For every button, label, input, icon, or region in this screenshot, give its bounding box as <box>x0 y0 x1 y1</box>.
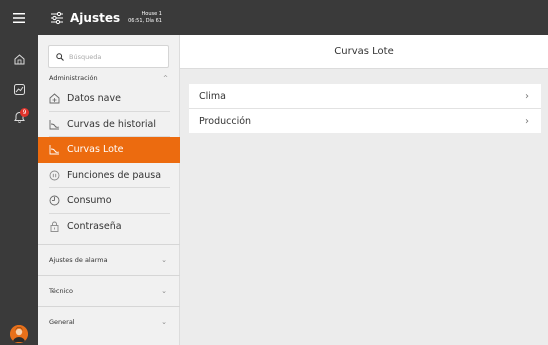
list-item-label: Producción <box>199 115 252 127</box>
menu-button[interactable] <box>0 5 38 31</box>
section-administracion[interactable]: Administración ^ <box>38 71 180 85</box>
menu-icon <box>13 13 25 23</box>
group-label: Técnico <box>49 287 73 295</box>
group-label: Ajustes de alarma <box>49 256 108 264</box>
alarm-count-badge: 9 <box>20 108 29 117</box>
search-input[interactable] <box>69 52 159 61</box>
chevron-right-icon: › <box>525 90 529 102</box>
sidebar-item-label: Curvas Lote <box>67 144 124 156</box>
group-label: General <box>49 318 75 326</box>
lock-icon <box>50 221 59 232</box>
group-general[interactable]: General ⌄ <box>38 306 180 337</box>
sidebar-item-label: Funciones de pausa <box>67 169 162 181</box>
chart-button[interactable] <box>0 76 38 102</box>
user-avatar-icon[interactable] <box>10 325 28 343</box>
app-header: Ajustes House 1 06:51, Día 61 <box>38 0 180 35</box>
house-data-icon <box>49 93 60 104</box>
chevron-down-icon: ⌄ <box>161 256 167 264</box>
house-info: House 1 06:51, Día 61 <box>128 11 162 25</box>
sidebar-item-consumo[interactable]: Consumo <box>38 188 180 214</box>
main-panel <box>180 35 548 345</box>
page-title: Curvas Lote <box>180 35 548 69</box>
list-item-label: Clima <box>199 90 226 102</box>
app-title: Ajustes <box>70 10 121 25</box>
sidebar-item-curvas-historial[interactable]: Curvas de historial <box>38 112 180 137</box>
list-item-clima[interactable]: Clima › <box>189 84 541 108</box>
group-tecnico[interactable]: Técnico ⌄ <box>38 275 180 306</box>
sidebar-item-label: Curvas de historial <box>67 118 157 130</box>
sidebar-item-datos-nave[interactable]: Datos nave <box>38 86 180 112</box>
chart-icon <box>13 83 25 95</box>
sidebar-item-label: Datos nave <box>67 93 121 105</box>
gauge-icon <box>49 195 60 206</box>
settings-sidebar: Administración ^ Datos nave Curvas de hi… <box>38 35 180 345</box>
house-button[interactable] <box>0 46 38 72</box>
search-box[interactable] <box>48 45 169 68</box>
icon-rail: 9 <box>0 0 38 345</box>
chevron-down-icon: ⌄ <box>161 318 167 326</box>
section-label: Administración <box>49 74 98 82</box>
search-icon <box>56 52 64 61</box>
sidebar-item-label: Contraseña <box>67 220 122 232</box>
pause-icon <box>49 170 60 181</box>
sidebar-item-label: Consumo <box>67 195 112 207</box>
chevron-down-icon: ⌄ <box>161 287 167 295</box>
house-datetime: 06:51, Día 61 <box>128 17 162 24</box>
house-icon <box>14 53 24 64</box>
settings-sliders-icon <box>51 11 63 24</box>
curve-icon <box>49 145 60 155</box>
curve-icon <box>49 119 60 130</box>
chevron-right-icon: › <box>525 115 529 127</box>
sidebar-item-curvas-lote[interactable]: Curvas Lote <box>38 137 180 163</box>
list-item-produccion[interactable]: Producción › <box>189 109 541 133</box>
sidebar-item-contrasena[interactable]: Contraseña <box>38 214 180 240</box>
house-name: House 1 <box>141 10 162 17</box>
top-bar-filler <box>180 0 548 35</box>
group-ajustes-alarma[interactable]: Ajustes de alarma ⌄ <box>38 244 180 275</box>
sidebar-item-funciones-pausa[interactable]: Funciones de pausa <box>38 163 180 188</box>
alarm-button[interactable] <box>0 104 38 130</box>
chevron-up-icon: ^ <box>162 74 168 82</box>
